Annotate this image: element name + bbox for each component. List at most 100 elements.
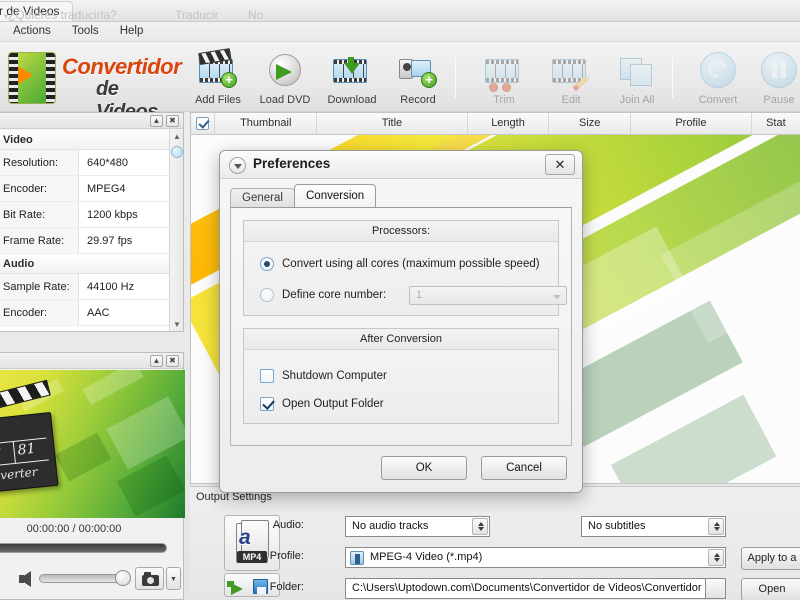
subtitles-select[interactable]: No subtitles <box>581 516 726 537</box>
core-count-value: 1 <box>416 289 423 301</box>
toolbar-label: Download <box>327 94 377 106</box>
subtitles-select-value: No subtitles <box>588 520 646 532</box>
profile-select-spinner[interactable] <box>708 549 724 566</box>
column-header-status[interactable]: Stat <box>752 113 800 134</box>
tab-conversion[interactable]: Conversion <box>294 184 377 207</box>
table-row: Sample Rate: 44100 Hz <box>0 274 183 300</box>
application-window: ...ertidor de Videos ▼ ¿Quieres traducir… <box>0 0 800 600</box>
radio-all-cores-label: Convert using all cores (maximum possibl… <box>282 258 540 270</box>
checkbox-shutdown-computer-label: Shutdown Computer <box>282 370 387 382</box>
audio-select-value: No audio tracks <box>352 520 429 532</box>
column-header-profile[interactable]: Profile <box>631 113 752 134</box>
info-key: Encoder: <box>0 300 79 325</box>
info-key: Sample Rate: <box>0 274 79 299</box>
close-button[interactable]: ✖ <box>166 115 179 127</box>
load-dvd-icon <box>266 51 304 89</box>
media-info-panel: ▲ ✖ Video Resolution: 640*480 Encoder: M… <box>0 112 184 332</box>
section-header-audio: Audio <box>0 254 183 274</box>
checkbox-open-output-folder-label: Open Output Folder <box>282 398 384 410</box>
collapse-button[interactable]: ▲ <box>150 115 163 127</box>
menu-item-tools[interactable]: Tools <box>63 22 108 40</box>
info-key: Encoder: <box>0 176 79 201</box>
snapshot-dropdown-button[interactable]: ▼ <box>166 567 181 590</box>
toolbar-button-trim[interactable]: Trim <box>468 48 540 108</box>
profile-select[interactable]: MPEG-4 Video (*.mp4) <box>345 547 726 568</box>
trim-icon <box>485 51 523 92</box>
menu-item-actions[interactable]: Actions <box>4 22 60 40</box>
logo-arrow-icon <box>18 66 33 84</box>
toolbar-button-add-files[interactable]: + Add Files <box>182 48 254 108</box>
info-value: MPEG4 <box>79 176 183 201</box>
player-seek-slider[interactable] <box>0 543 167 553</box>
toolbar-label: Pause <box>763 94 795 106</box>
audio-select-spinner[interactable] <box>472 518 488 535</box>
core-count-select[interactable]: 1 <box>409 286 567 305</box>
player-close-button[interactable]: ✖ <box>166 355 179 367</box>
column-header-size[interactable]: Size <box>549 113 632 134</box>
player-time-display: 00:00:00 / 00:00:00 <box>26 523 122 535</box>
checkbox-open-output-folder[interactable] <box>260 397 274 411</box>
select-all-checkbox[interactable] <box>196 117 210 130</box>
table-row: Bit Rate: 1200 kbps <box>0 202 183 228</box>
toolbar-button-download[interactable]: Download <box>316 48 388 108</box>
menu-bar: Actions Tools Help <box>0 22 800 42</box>
radio-all-cores[interactable] <box>260 257 274 271</box>
subtitles-select-spinner[interactable] <box>708 518 724 535</box>
snapshot-button[interactable] <box>135 567 164 590</box>
after-conversion-group: After Conversion Shutdown Computer Open … <box>243 328 559 424</box>
toolbar-button-edit[interactable]: Edit <box>535 48 607 108</box>
media-info-scrollbar[interactable]: ▲ ▼ <box>169 130 183 331</box>
scroll-down-icon[interactable]: ▼ <box>173 320 181 329</box>
player-controls: ▼ <box>0 563 185 595</box>
volume-slider[interactable] <box>39 574 127 583</box>
convert-icon <box>699 51 737 89</box>
audio-select[interactable]: No audio tracks <box>345 516 490 537</box>
folder-path-input[interactable]: C:\Users\Uptodown.com\Documents\Converti… <box>345 578 706 599</box>
section-header-video: Video <box>0 130 183 150</box>
toolbar-button-pause[interactable]: Pause <box>743 48 800 108</box>
column-header-title[interactable]: Title <box>317 113 468 134</box>
clapperboard-graphic: 30281 video converter <box>0 379 59 499</box>
translate-prompt-text: ¿Quieres traducirla? <box>8 8 117 22</box>
dialog-close-button[interactable]: ✕ <box>545 154 575 175</box>
preview-player-panel: ▲ ✖ 30281 video converter <box>0 352 185 600</box>
output-settings-panel: Output Settings a MP4 Audio: No audio tr… <box>190 486 800 600</box>
audio-label: Audio: <box>272 519 304 531</box>
app-logo: Convertidor de Videos <box>4 48 182 123</box>
toolbar-separator-2 <box>672 56 673 98</box>
info-key: Frame Rate: <box>0 228 79 253</box>
translate-button[interactable]: Traducir <box>175 8 219 22</box>
cancel-button[interactable]: Cancel <box>481 456 567 480</box>
select-all-cell[interactable] <box>191 113 216 134</box>
folder-label: Folder: <box>269 581 304 593</box>
clap-num-3: 81 <box>16 440 37 459</box>
video-preview-area[interactable]: 30281 video converter <box>0 370 185 518</box>
browse-folder-button[interactable] <box>706 578 726 599</box>
toolbar-button-record[interactable]: + Record <box>382 48 454 108</box>
radio-define-cores[interactable] <box>260 288 274 302</box>
menu-item-help[interactable]: Help <box>111 22 153 40</box>
column-header-thumbnail[interactable]: Thumbnail <box>215 113 318 134</box>
toolbar-button-join-all[interactable]: Join All <box>601 48 673 108</box>
browser-translate-bar: ...ertidor de Videos ▼ ¿Quieres traducir… <box>0 0 800 22</box>
translate-decline-button[interactable]: No <box>248 8 263 22</box>
speaker-icon[interactable] <box>19 571 31 587</box>
player-collapse-button[interactable]: ▲ <box>150 355 163 367</box>
toolbar-button-load-dvd[interactable]: Load DVD <box>249 48 321 108</box>
column-header-length[interactable]: Length <box>468 113 550 134</box>
pause-icon <box>760 51 798 89</box>
checkbox-shutdown-computer[interactable] <box>260 369 274 383</box>
dialog-menu-icon[interactable] <box>229 157 246 174</box>
ok-button[interactable]: OK <box>381 456 467 480</box>
toolbar-label: Record <box>400 94 436 106</box>
join-all-icon <box>618 51 656 89</box>
volume-slider-thumb[interactable] <box>115 570 131 586</box>
add-files-icon: + <box>198 48 237 89</box>
scrollbar-thumb[interactable] <box>171 146 183 158</box>
profile-label: Profile: <box>269 550 304 562</box>
clap-subtitle: video converter <box>0 464 39 489</box>
apply-to-all-button[interactable]: Apply to a <box>741 547 800 570</box>
tab-general[interactable]: General <box>230 188 295 207</box>
open-folder-button[interactable]: Open <box>741 578 800 600</box>
scroll-up-icon[interactable]: ▲ <box>173 132 181 141</box>
